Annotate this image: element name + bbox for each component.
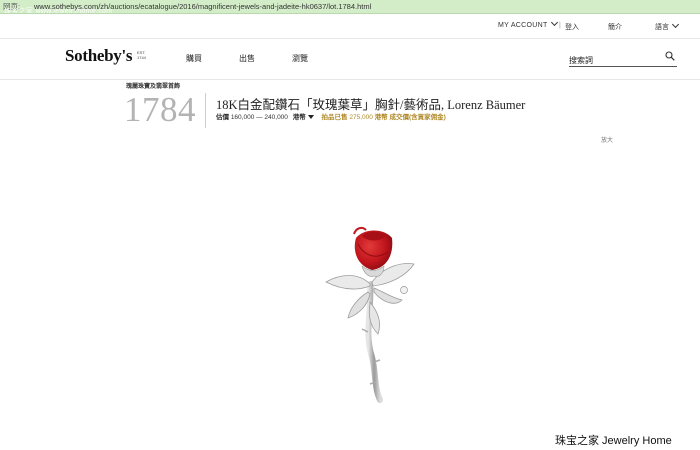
search-input[interactable]	[569, 53, 659, 68]
language-label: 語言	[655, 24, 669, 31]
search-icon[interactable]	[665, 51, 675, 61]
utility-separator: |	[559, 22, 561, 29]
logo-tag: EST. 1744	[137, 50, 146, 60]
chevron-down-icon	[671, 20, 680, 29]
login-link[interactable]: 登入	[565, 22, 579, 32]
nav-browse[interactable]: 瀏覽	[292, 53, 308, 64]
main-header: Sotheby's EST. 1744 購買 出售 瀏覽	[0, 39, 700, 80]
sold-note: 成交價(含買家佣金)	[389, 114, 446, 121]
caret-down-icon	[307, 115, 314, 119]
sold-value: 275,000	[349, 114, 373, 121]
sothebys-logo[interactable]: Sotheby's	[65, 46, 133, 66]
estimate-row: 估價 160,000 — 240,000 港幣 拍品已售 275,000 港幣 …	[216, 111, 446, 121]
my-account-menu[interactable]: MY ACCOUNT	[498, 18, 558, 29]
currency-label: 港幣	[292, 114, 306, 121]
utility-bar: MY ACCOUNT | 登入 簡介 語言	[0, 14, 700, 39]
about-link[interactable]: 簡介	[608, 22, 622, 32]
search-box	[569, 50, 677, 68]
site-watermark: 珠宝之家 Jewelry Home	[555, 435, 672, 447]
sold-info: 拍品已售 275,000 港幣 成交價(含買家佣金)	[322, 114, 446, 121]
watermark-overlay: 珠宝之家 www.jewelryhome.com	[4, 8, 113, 14]
currency-select[interactable]: 港幣	[293, 114, 314, 121]
estimate-label: 估價	[216, 114, 229, 121]
chevron-down-icon	[550, 18, 558, 27]
my-account-label: MY ACCOUNT	[498, 22, 548, 29]
language-menu[interactable]: 語言	[655, 20, 680, 32]
lot-number: 1784	[124, 90, 196, 129]
sale-title[interactable]: 瑰麗珠寶及翡翠首飾	[126, 81, 180, 90]
zoom-link[interactable]: 放大	[601, 135, 613, 144]
sold-currency: 港幣	[374, 114, 388, 121]
estimate-value: 160,000 — 240,000	[230, 114, 288, 121]
sold-label: 拍品已售	[321, 114, 348, 121]
lot-divider	[205, 93, 206, 128]
nav-sell[interactable]: 出售	[239, 53, 255, 64]
browser-address-bar[interactable]: 网页: www.sothebys.com/zh/auctions/ecatalo…	[0, 0, 700, 14]
nav-buy[interactable]: 購買	[186, 53, 202, 64]
rose-brooch-image[interactable]	[318, 222, 428, 412]
